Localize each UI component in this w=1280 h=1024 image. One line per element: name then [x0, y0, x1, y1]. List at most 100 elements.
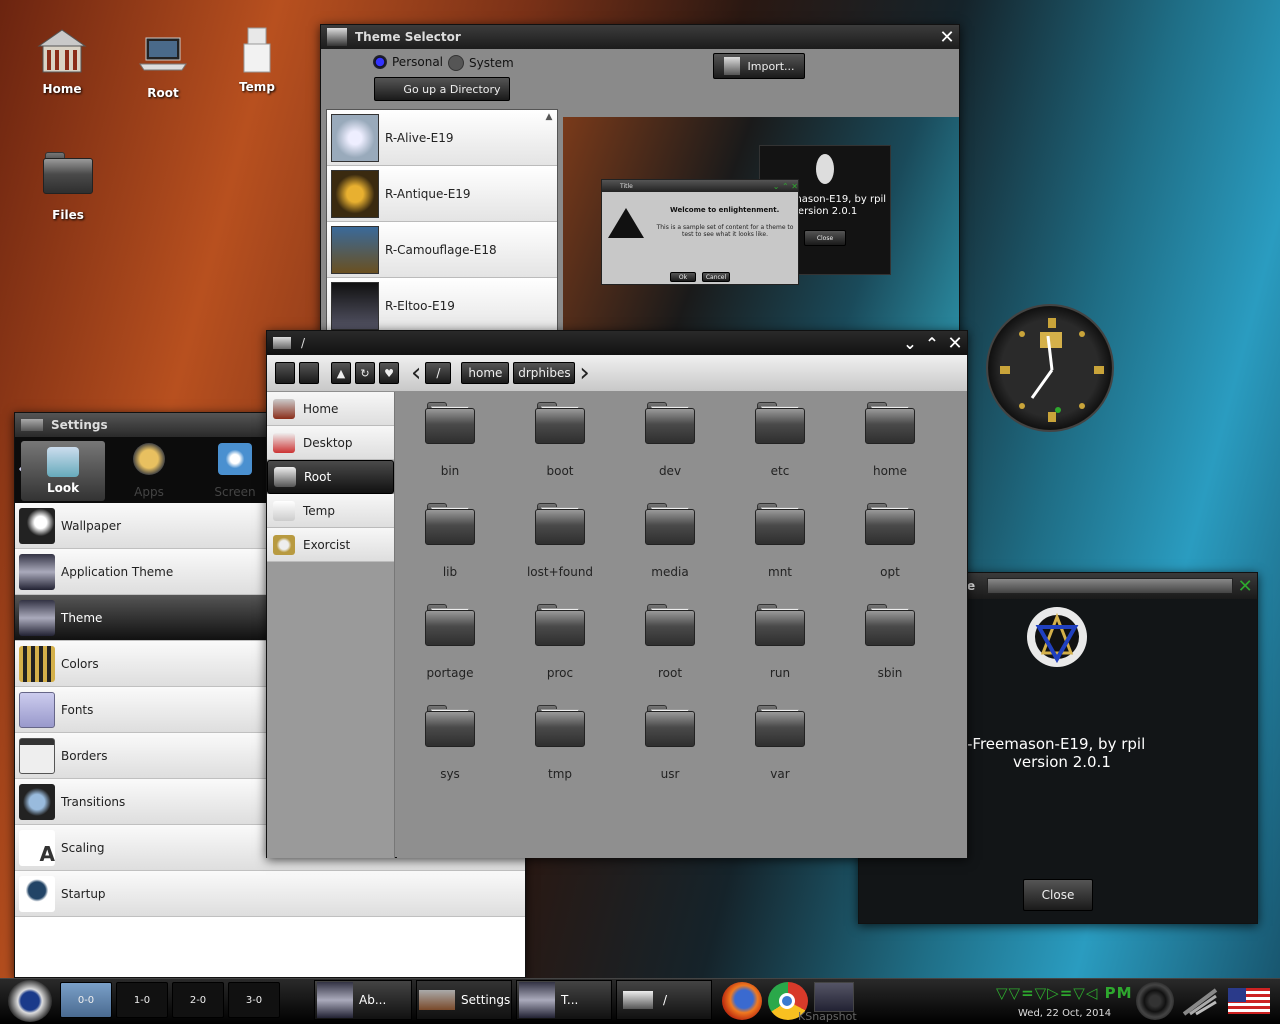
- theme-list[interactable]: R-Alive-E19 R-Antique-E19 R-Camouflage-E…: [326, 109, 558, 335]
- folder-item[interactable]: root: [620, 604, 720, 680]
- sidebar-item-home[interactable]: Home: [267, 392, 394, 426]
- import-label: Import...: [747, 59, 795, 73]
- folder-label: lib: [442, 565, 458, 579]
- folder-item[interactable]: run: [730, 604, 830, 680]
- chevron-right-icon[interactable]: ›: [579, 358, 589, 388]
- breadcrumb-root[interactable]: /: [425, 362, 452, 384]
- desk-2[interactable]: 2-0: [172, 982, 224, 1018]
- minimize-icon[interactable]: ⌄: [899, 334, 921, 353]
- sidebar-item-temp[interactable]: Temp: [267, 494, 394, 528]
- folder-item[interactable]: lost+found: [510, 503, 610, 579]
- radio-system[interactable]: System: [448, 55, 514, 71]
- sidebar-item-desktop[interactable]: Desktop: [267, 426, 394, 460]
- tab-apps[interactable]: Apps: [119, 441, 179, 499]
- close-icon[interactable]: ✕: [1233, 576, 1257, 597]
- start-menu-button[interactable]: [8, 980, 52, 1022]
- about-close-button[interactable]: Close: [1023, 879, 1093, 911]
- task-about[interactable]: Ab...: [314, 980, 412, 1020]
- hammer-icon: [419, 990, 455, 1010]
- favorite-heart-icon[interactable]: ♥: [379, 362, 399, 384]
- folder-item[interactable]: lib: [400, 503, 500, 579]
- sidebar-item-exorcist[interactable]: Exorcist: [267, 528, 394, 562]
- close-icon[interactable]: ✕: [935, 27, 959, 48]
- refresh-icon[interactable]: ↻: [355, 362, 375, 384]
- disk-icon[interactable]: [1136, 982, 1174, 1020]
- settings-item-startup[interactable]: Startup: [15, 871, 525, 917]
- theme-item[interactable]: R-Camouflage-E18: [327, 222, 557, 278]
- preview-close-button: Close: [804, 230, 846, 246]
- desk-1[interactable]: 1-0: [116, 982, 168, 1018]
- theme-selector-window[interactable]: Theme Selector ✕ Personal System Go up a…: [320, 24, 960, 335]
- laptop-icon: [273, 337, 291, 349]
- desktop-icon-temp[interactable]: Temp: [212, 24, 302, 94]
- folder-item[interactable]: usr: [620, 705, 720, 781]
- folder-item[interactable]: var: [730, 705, 830, 781]
- tab-look[interactable]: Look: [21, 441, 105, 501]
- settings-item-label: Borders: [61, 748, 108, 763]
- task-settings[interactable]: Settings: [416, 980, 512, 1020]
- folder-item[interactable]: etc: [730, 402, 830, 478]
- breadcrumb-home[interactable]: home: [461, 362, 510, 384]
- tab-label: Apps: [134, 485, 164, 499]
- us-flag-icon[interactable]: [1228, 988, 1270, 1014]
- desk-3[interactable]: 3-0: [228, 982, 280, 1018]
- folder-item[interactable]: mnt: [730, 503, 830, 579]
- clock-glyphs[interactable]: ▽▽=▽▷=▽◁ PM: [996, 984, 1133, 1002]
- go-up-label: Go up a Directory: [403, 82, 501, 96]
- folder-item[interactable]: sys: [400, 705, 500, 781]
- hammer-icon: [21, 419, 43, 431]
- sidebar-item-label: Desktop: [303, 435, 353, 450]
- folder-icon: [645, 402, 695, 444]
- breadcrumb-drphibes[interactable]: drphibes: [513, 362, 576, 384]
- folder-item[interactable]: bin: [400, 402, 500, 478]
- tab-label: Screen: [214, 485, 256, 499]
- scrollbar[interactable]: ▲: [543, 112, 555, 332]
- folder-item[interactable]: proc: [510, 604, 610, 680]
- desk-0[interactable]: 0-0: [60, 982, 112, 1018]
- folder-item[interactable]: tmp: [510, 705, 610, 781]
- firefox-icon[interactable]: [722, 982, 762, 1020]
- theme-item[interactable]: R-Antique-E19: [327, 166, 557, 222]
- sidebar-item-root[interactable]: Root: [267, 460, 394, 494]
- back-button[interactable]: [275, 362, 295, 384]
- desktop-icon-root[interactable]: Root: [118, 30, 208, 100]
- folder-icon: [41, 152, 95, 202]
- folder-icon: [865, 604, 915, 646]
- folder-label: root: [657, 666, 683, 680]
- task-filemanager[interactable]: /: [616, 980, 712, 1020]
- go-up-button[interactable]: Go up a Directory: [374, 77, 510, 101]
- theme-label: R-Camouflage-E18: [385, 242, 497, 257]
- desktop-icon-files[interactable]: Files: [23, 148, 113, 222]
- clock-gadget[interactable]: [986, 304, 1114, 432]
- folder-icon: [425, 402, 475, 444]
- folder-item[interactable]: boot: [510, 402, 610, 478]
- folder-icon: [645, 705, 695, 747]
- folder-item[interactable]: opt: [840, 503, 940, 579]
- radio-personal[interactable]: Personal: [373, 55, 443, 69]
- task-theme[interactable]: T...: [516, 980, 612, 1020]
- about-line1: -Freemason-E19, by rpil: [967, 735, 1146, 753]
- desktop-icon-home[interactable]: Home: [17, 26, 107, 96]
- tab-screen[interactable]: Screen: [205, 441, 265, 499]
- folder-label: boot: [546, 464, 574, 478]
- forward-button[interactable]: [299, 362, 319, 384]
- folder-item[interactable]: portage: [400, 604, 500, 680]
- close-icon[interactable]: ✕: [943, 333, 967, 354]
- folder-icon: [535, 705, 585, 747]
- chevron-left-icon[interactable]: ‹: [411, 358, 421, 388]
- folder-item[interactable]: media: [620, 503, 720, 579]
- network-icon[interactable]: [1180, 984, 1220, 1018]
- theme-item[interactable]: R-Alive-E19: [327, 110, 557, 166]
- folder-item[interactable]: home: [840, 402, 940, 478]
- desktop-icon-label: Temp: [239, 80, 275, 94]
- folder-item[interactable]: dev: [620, 402, 720, 478]
- ksnapshot-icon[interactable]: [814, 982, 854, 1012]
- folder-item[interactable]: sbin: [840, 604, 940, 680]
- radio-unselected-icon: [448, 55, 464, 71]
- up-button[interactable]: ▲: [331, 362, 351, 384]
- theme-item[interactable]: R-Eltoo-E19: [327, 278, 557, 334]
- maximize-icon[interactable]: ⌃: [921, 334, 943, 353]
- clock-date: Wed, 22 Oct, 2014: [1018, 1008, 1112, 1019]
- clock-face-icon: [1000, 318, 1104, 422]
- import-button[interactable]: Import...: [713, 53, 805, 79]
